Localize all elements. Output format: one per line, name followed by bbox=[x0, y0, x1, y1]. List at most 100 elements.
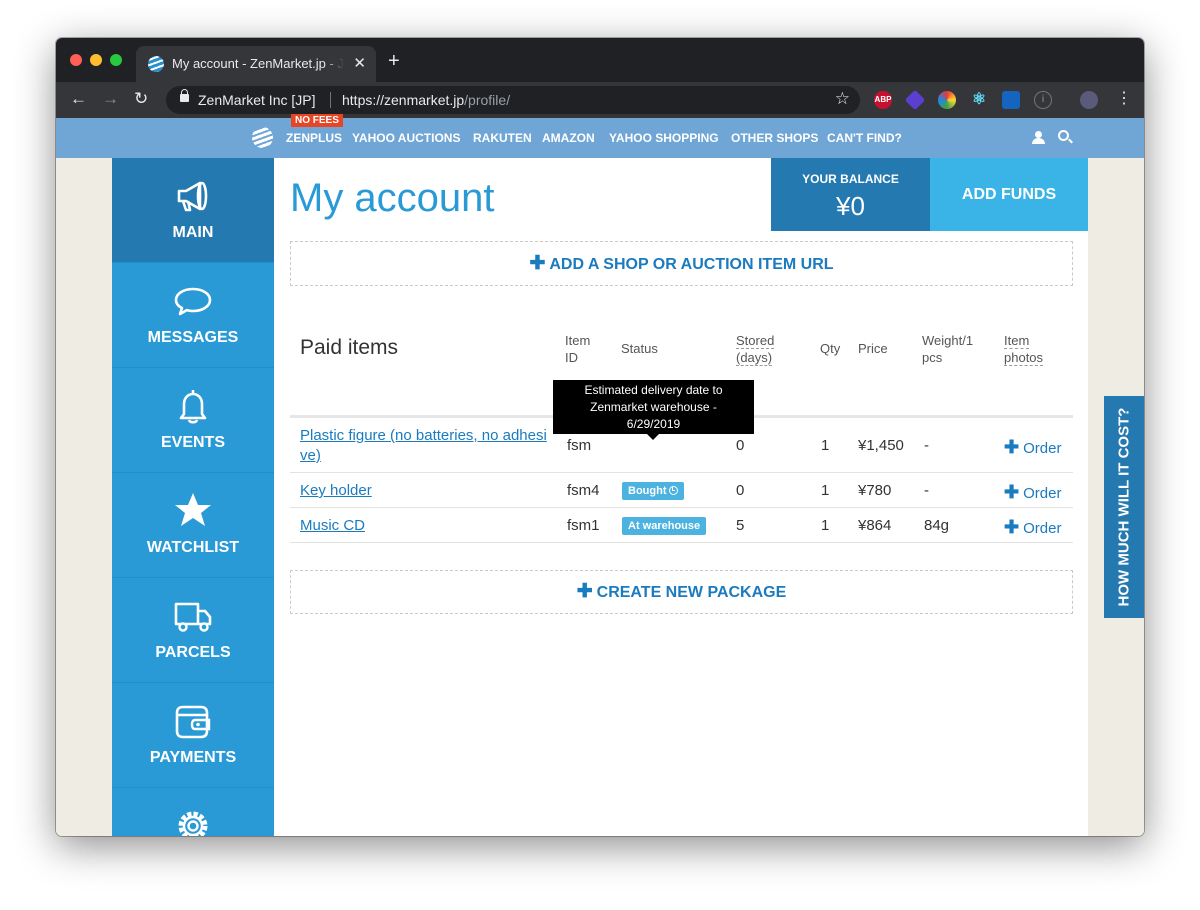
item-name-link[interactable]: Plastic figure (no batteries, no adhesi v… bbox=[300, 426, 547, 466]
nav-yahoo-auctions[interactable]: YAHOO AUCTIONS bbox=[352, 131, 460, 145]
plus-icon: ✚ bbox=[1004, 482, 1020, 502]
sidebar-item-payments[interactable]: PAYMENTS bbox=[112, 683, 274, 788]
tab-title: My account - ZenMarket.jp - Japan bbox=[172, 56, 344, 71]
nav-zenplus[interactable]: ZENPLUS bbox=[286, 131, 342, 145]
tab-strip: My account - ZenMarket.jp - Japan ✕ + bbox=[56, 38, 1144, 82]
site-top-nav: NO FEES ZENPLUS YAHOO AUCTIONS RAKUTEN A… bbox=[56, 114, 1144, 158]
order-button[interactable]: ✚ Order bbox=[1004, 482, 1061, 503]
close-window-button[interactable] bbox=[70, 54, 82, 66]
item-id: fsm bbox=[567, 437, 592, 454]
balance-label: YOUR BALANCE bbox=[802, 172, 899, 186]
sidebar-label-payments: PAYMENTS bbox=[149, 749, 237, 766]
browser-tab[interactable]: My account - ZenMarket.jp - Japan ✕ bbox=[136, 46, 376, 82]
page-body: MAIN MESSAGES EVENTS WATCHLIST PARCELS P… bbox=[56, 158, 1144, 836]
nav-rakuten[interactable]: RAKUTEN bbox=[473, 131, 532, 145]
status-badge[interactable]: Bought bbox=[622, 482, 685, 500]
address-bar[interactable]: ZenMarket Inc [JP] https://zenmarket.jp/… bbox=[166, 86, 860, 114]
bookmark-star-icon[interactable]: ☆ bbox=[835, 89, 850, 109]
sidebar-item-parcels[interactable]: PARCELS bbox=[112, 578, 274, 683]
sidebar-label-main: MAIN bbox=[172, 224, 214, 241]
item-id: fsm1 bbox=[567, 517, 600, 534]
sidebar-item-messages[interactable]: MESSAGES bbox=[112, 263, 274, 368]
nav-yahoo-shopping[interactable]: YAHOO SHOPPING bbox=[609, 131, 719, 145]
col-status: Status bbox=[621, 341, 658, 356]
nav-other-shops[interactable]: OTHER SHOPS bbox=[731, 131, 818, 145]
weight: 84g bbox=[924, 517, 950, 534]
status-badge: At warehouse bbox=[622, 517, 707, 535]
plus-icon: ✚ bbox=[1004, 517, 1020, 537]
stored-days: 5 bbox=[736, 517, 745, 534]
qty: 1 bbox=[821, 482, 830, 499]
nav-amazon[interactable]: AMAZON bbox=[542, 131, 595, 145]
minimize-window-button[interactable] bbox=[90, 54, 102, 66]
table-row: Music CD fsm1 At warehouse 5 1 ¥864 84g … bbox=[290, 508, 1073, 543]
sidebar-item-settings[interactable] bbox=[112, 788, 274, 836]
order-button[interactable]: ✚ Order bbox=[1004, 517, 1061, 538]
info-extension-icon[interactable]: i bbox=[1034, 91, 1052, 109]
nav-cant-find[interactable]: CAN'T FIND? bbox=[827, 131, 902, 145]
zenmarket-favicon-icon bbox=[148, 56, 164, 72]
clock-icon bbox=[669, 486, 679, 495]
weight: - bbox=[924, 482, 929, 499]
order-button[interactable]: ✚ Order bbox=[1004, 437, 1061, 458]
sidebar-item-events[interactable]: EVENTS bbox=[112, 368, 274, 473]
url-divider bbox=[330, 92, 331, 108]
gear-icon bbox=[178, 811, 208, 836]
no-fees-badge: NO FEES bbox=[291, 114, 343, 127]
extension-diamond-icon[interactable] bbox=[904, 89, 926, 111]
col-item-photos[interactable]: Item photos bbox=[1004, 332, 1044, 366]
create-package-button[interactable]: ✚ CREATE NEW PACKAGE bbox=[290, 570, 1073, 614]
tab-close-icon[interactable]: ✕ bbox=[353, 54, 366, 72]
item-id: fsm4 bbox=[567, 482, 600, 499]
megaphone-icon bbox=[177, 181, 208, 212]
browser-toolbar: ← → ↻ ZenMarket Inc [JP] https://zenmark… bbox=[56, 82, 1144, 118]
profile-avatar[interactable] bbox=[1080, 91, 1098, 109]
url-text: https://zenmarket.jp/profile/ bbox=[342, 92, 511, 108]
balance-box: YOUR BALANCE ¥0 bbox=[771, 158, 930, 231]
stored-days: 0 bbox=[736, 437, 745, 454]
main-content: My account YOUR BALANCE ¥0 ADD FUNDS ✚ AD… bbox=[274, 158, 1088, 836]
lock-icon bbox=[180, 89, 189, 102]
page-title: My account bbox=[290, 176, 495, 220]
delivery-date-tooltip: Estimated delivery date to Zenmarket ware… bbox=[553, 380, 754, 440]
wallet-icon bbox=[175, 705, 211, 739]
adblock-extension-icon[interactable]: ABP bbox=[874, 91, 892, 109]
price: ¥1,450 bbox=[858, 437, 904, 454]
new-tab-button[interactable]: + bbox=[388, 50, 400, 73]
sidebar-item-main[interactable]: MAIN bbox=[112, 158, 274, 263]
reload-icon[interactable]: ↻ bbox=[134, 89, 148, 109]
item-name-link[interactable]: Key holder bbox=[300, 482, 372, 499]
maximize-window-button[interactable] bbox=[110, 54, 122, 66]
col-item-id: Item ID bbox=[565, 333, 591, 365]
plus-icon: ✚ bbox=[1004, 437, 1020, 457]
browser-window: My account - ZenMarket.jp - Japan ✕ + ← … bbox=[56, 38, 1144, 836]
sidebar-label-watchlist: WATCHLIST bbox=[146, 539, 240, 556]
browser-menu-icon[interactable]: ⋮ bbox=[1116, 88, 1132, 108]
create-package-label: CREATE NEW PACKAGE bbox=[596, 584, 787, 601]
qty: 1 bbox=[821, 437, 830, 454]
user-icon[interactable] bbox=[1032, 131, 1046, 145]
react-devtools-icon[interactable]: ⚛ bbox=[970, 91, 988, 109]
forward-icon[interactable]: → bbox=[102, 89, 119, 109]
extension-flag-icon[interactable] bbox=[1002, 91, 1020, 109]
search-icon[interactable] bbox=[1058, 130, 1069, 141]
sidebar-label-parcels: PARCELS bbox=[155, 644, 231, 661]
add-funds-button[interactable]: ADD FUNDS bbox=[930, 158, 1088, 231]
plus-icon: ✚ bbox=[529, 253, 546, 274]
color-picker-extension-icon[interactable] bbox=[938, 91, 956, 109]
table-row: Key holder fsm4 Bought 0 1 ¥780 - ✚ Order bbox=[290, 473, 1073, 508]
col-stored-days[interactable]: Stored (days) bbox=[736, 332, 775, 366]
qty: 1 bbox=[821, 517, 830, 534]
speech-bubble-icon bbox=[174, 287, 212, 316]
balance-value: ¥0 bbox=[836, 191, 865, 221]
truck-icon bbox=[174, 602, 212, 632]
how-much-will-it-cost-tab[interactable]: HOW MUCH WILL IT COST? bbox=[1104, 396, 1144, 618]
zenmarket-logo-icon[interactable] bbox=[252, 127, 273, 148]
item-name-link[interactable]: Music CD bbox=[300, 517, 365, 534]
add-item-url-button[interactable]: ✚ ADD A SHOP OR AUCTION ITEM URL bbox=[290, 241, 1073, 286]
sidebar-item-watchlist[interactable]: WATCHLIST bbox=[112, 473, 274, 578]
col-qty: Qty bbox=[820, 341, 841, 356]
star-icon bbox=[175, 493, 211, 526]
plus-icon: ✚ bbox=[576, 581, 593, 602]
back-icon[interactable]: ← bbox=[70, 89, 87, 109]
